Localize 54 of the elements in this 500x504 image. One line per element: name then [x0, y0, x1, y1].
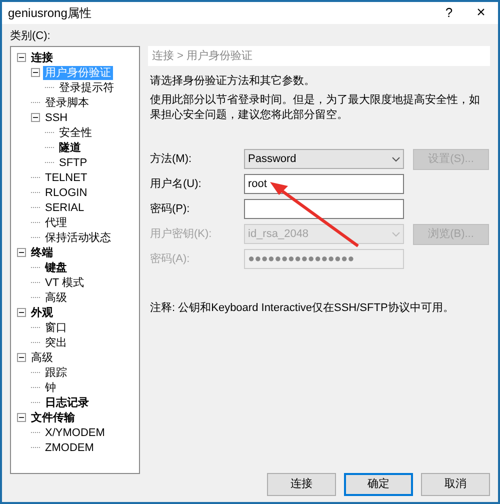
tree-item[interactable]: 连接 — [29, 50, 55, 64]
collapse-icon[interactable] — [17, 53, 26, 62]
tree-item[interactable]: 终端 — [29, 246, 55, 260]
tree-item[interactable]: 窗口 — [43, 320, 69, 334]
help-button[interactable]: ? — [434, 3, 464, 23]
tree-item[interactable]: 高级 — [29, 350, 55, 364]
tree-item[interactable]: 保持活动状态 — [43, 230, 113, 244]
tree-item[interactable]: 文件传输 — [29, 410, 77, 424]
tree-item[interactable]: 隧道 — [57, 140, 83, 154]
intro-text: 请选择身份验证方法和其它参数。 — [149, 74, 316, 89]
collapse-icon[interactable] — [17, 413, 26, 422]
field-label: 用户密钥(K): — [149, 226, 213, 242]
dropdown-field[interactable]: Password — [244, 149, 404, 169]
tree-item[interactable]: 安全性 — [57, 126, 94, 140]
field-label: 方法(M): — [149, 152, 193, 167]
breadcrumb: 连接 > 用户身份验证 — [148, 46, 490, 66]
collapse-icon[interactable] — [17, 248, 26, 257]
tree-item[interactable]: SFTP — [57, 156, 90, 170]
tree-item[interactable]: 代理 — [43, 216, 69, 230]
tree-item[interactable]: VT 模式 — [43, 276, 86, 290]
tree-item[interactable]: ZMODEM — [43, 440, 96, 454]
collapse-icon[interactable] — [17, 308, 26, 317]
tree-item[interactable]: 登录脚本 — [43, 96, 91, 110]
tree-item[interactable]: 键盘 — [43, 260, 69, 274]
text-field[interactable]: root — [244, 174, 404, 194]
field-label: 密码(A): — [149, 252, 191, 267]
collapse-icon[interactable] — [31, 68, 40, 77]
tree-item[interactable]: 登录提示符 — [57, 80, 116, 94]
dialog-button[interactable]: 取消 — [421, 473, 490, 496]
tree-item[interactable]: 钟 — [43, 380, 58, 394]
category-label: 类别(C): — [10, 29, 52, 44]
dialog-button[interactable]: 确定 — [344, 473, 413, 496]
tree-item[interactable]: 外观 — [29, 306, 55, 320]
description-text: 使用此部分以节省登录时间。但是，为了最大限度地提高安全性，如果担心安全问题，建议您将此部分留空。 — [149, 92, 481, 122]
note-text: 注释: 公钥和Keyboard Interactive仅在SSH/SFTP协议中可用。 — [149, 300, 455, 316]
dialog-button[interactable]: 连接 — [267, 473, 336, 496]
tree-item[interactable]: RLOGIN — [43, 186, 90, 200]
tree-item[interactable]: 日志记录 — [43, 396, 91, 410]
tree-item[interactable]: 跟踪 — [43, 366, 69, 380]
tree-item[interactable]: SERIAL — [43, 200, 86, 214]
text-field[interactable] — [244, 199, 404, 219]
collapse-icon[interactable] — [17, 353, 26, 362]
chevron-down-icon — [392, 156, 400, 162]
window-title: geniusrong属性 — [8, 5, 92, 22]
tree-item[interactable]: 高级 — [43, 290, 69, 304]
collapse-icon[interactable] — [31, 113, 40, 122]
chevron-down-icon — [392, 232, 400, 236]
tree-item[interactable]: 突出 — [43, 336, 69, 350]
close-button[interactable]: × — [464, 2, 498, 24]
tree-item[interactable]: TELNET — [43, 170, 90, 184]
field-label: 密码(P): — [149, 202, 191, 217]
tree-item[interactable]: SSH — [43, 110, 70, 124]
field-label: 用户名(U): — [149, 176, 202, 192]
tree-item[interactable]: X/YMODEM — [43, 426, 107, 440]
